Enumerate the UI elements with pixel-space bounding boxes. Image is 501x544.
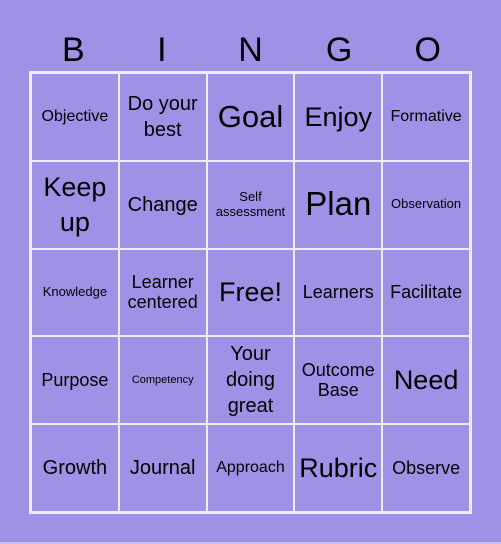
free-space-cell[interactable]: Free!: [206, 248, 295, 337]
bingo-cell[interactable]: Keep up: [31, 160, 119, 249]
bingo-cell[interactable]: Purpose: [31, 336, 119, 425]
bingo-cell[interactable]: Your doing great: [206, 336, 295, 425]
bingo-cell[interactable]: Growth: [31, 424, 119, 512]
bingo-cell[interactable]: Change: [118, 160, 207, 249]
bingo-cell[interactable]: Competency: [118, 336, 207, 425]
bingo-cell[interactable]: Outcome Base: [294, 336, 383, 425]
bingo-cell[interactable]: Goal: [206, 73, 295, 161]
bingo-board: Objective Do your best Goal Enjoy Format…: [29, 71, 472, 514]
bingo-cell[interactable]: Approach: [206, 424, 295, 512]
bingo-header: B I N G O: [29, 28, 472, 72]
header-letter-i: I: [157, 31, 167, 69]
bingo-cell[interactable]: Learner centered: [118, 248, 207, 337]
header-letter-o: O: [414, 31, 441, 69]
bingo-cell[interactable]: Rubric: [294, 424, 383, 512]
bingo-cell[interactable]: Need: [382, 336, 470, 425]
header-letter-g: G: [325, 31, 353, 69]
bingo-cell[interactable]: Observation: [382, 160, 470, 249]
bingo-cell[interactable]: Plan: [294, 160, 383, 249]
header-letter-b: B: [61, 31, 85, 69]
bingo-cell[interactable]: Observe: [382, 424, 470, 512]
bingo-cell[interactable]: Journal: [118, 424, 207, 512]
bingo-cell[interactable]: Do your best: [118, 73, 207, 161]
bingo-cell[interactable]: Self assessment: [206, 160, 295, 249]
bingo-cell[interactable]: Objective: [31, 73, 119, 161]
bingo-cell[interactable]: Knowledge: [31, 248, 119, 337]
bingo-cell[interactable]: Learners: [294, 248, 383, 337]
bingo-cell[interactable]: Facilitate: [382, 248, 470, 337]
bingo-cell[interactable]: Formative: [382, 73, 470, 161]
bingo-cell[interactable]: Enjoy: [294, 73, 383, 161]
header-letter-n: N: [238, 31, 263, 69]
